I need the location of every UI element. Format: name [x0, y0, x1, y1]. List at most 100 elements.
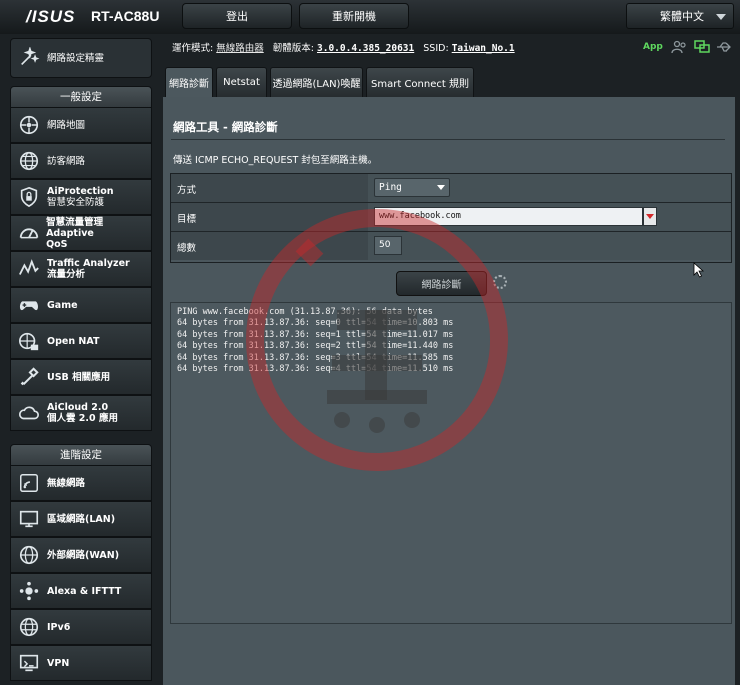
sidebar-item-label: 無線網路 [47, 477, 86, 489]
quick-setup-label: 網路設定精靈 [47, 52, 105, 64]
sidebar-item-label: 網路地圖 [47, 119, 86, 131]
diagnose-button[interactable]: 網路診斷 [396, 271, 487, 296]
sidebar-item-game[interactable]: Game [10, 287, 152, 323]
sidebar-item-text: 無線網路 [47, 478, 85, 489]
count-input[interactable]: 50 [374, 236, 402, 255]
logout-button[interactable]: 登出 [182, 3, 292, 29]
sidebar-item-text: USB 相關應用 [47, 372, 110, 383]
sidebar-item-usb[interactable]: USB 相關應用 [10, 359, 152, 395]
target-input[interactable]: www.facebook.com [374, 207, 643, 226]
sidebar-item-sublabel: 個人雲 2.0 應用 [47, 413, 118, 424]
sidebar-item-label: VPN [47, 657, 70, 669]
sidebar-item-alexa-ifttt[interactable]: Alexa & IFTTT [10, 573, 152, 609]
mouse-cursor-icon [693, 262, 705, 278]
wizard-icon [13, 42, 45, 74]
tab-wake-on-lan[interactable]: 透過網路(LAN)喚醒 [270, 67, 363, 97]
ssid-label: SSID: [423, 43, 449, 54]
sidebar-item-label: AiCloud 2.0 [47, 402, 109, 413]
mode-link[interactable]: 無線路由器 [216, 43, 264, 54]
output-line: 64 bytes from 31.13.87.36: seq=0 ttl=54 … [177, 318, 454, 329]
app-link[interactable]: App [643, 42, 663, 52]
page-description: 傳送 ICMP ECHO_REQUEST 封包至網路主機。 [173, 155, 378, 166]
chevron-down-icon [716, 14, 726, 20]
target-cell: www.facebook.com [368, 203, 731, 231]
sidebar-item-label: 區域網路(LAN) [47, 513, 116, 525]
tab-network-diagnosis[interactable]: 網路診斷 [165, 67, 213, 97]
sidebar-item-text: AiProtection 智慧安全防護 [47, 186, 114, 208]
sidebar-item-text: 智慧流量管理 Adaptive QoS [46, 217, 151, 250]
general-section-title: 一般設定 [10, 86, 152, 108]
sidebar-item-adaptive-qos[interactable]: 智慧流量管理 Adaptive QoS [10, 215, 152, 251]
advanced-section-title: 進階設定 [10, 444, 152, 466]
method-label: 方式 [171, 174, 368, 202]
model-name: RT-AC88U [91, 8, 160, 24]
usb-icon [13, 361, 45, 393]
top-bar: /ISUS RT-AC88U 登出 重新開機 繁體中文 [0, 0, 740, 34]
method-select[interactable]: Ping [374, 178, 450, 197]
status-line: 運作模式: 無線路由器 韌體版本: 3.0.0.4.385_20631 SSID… [172, 40, 515, 54]
method-row: 方式 Ping [171, 174, 731, 203]
sidebar-item-wan[interactable]: 外部網路(WAN) [10, 537, 152, 573]
diagnosis-output: PING www.facebook.com (31.13.87.36): 56 … [170, 302, 732, 624]
diagnosis-form: 方式 Ping 目標 www.facebook.com 總數 50 [170, 173, 732, 263]
vpn-icon [13, 647, 45, 679]
sidebar-item-label: 智慧流量管理 Adaptive [46, 216, 104, 239]
output-line: PING www.facebook.com (31.13.87.36): 56 … [177, 307, 433, 317]
chevron-down-icon [437, 185, 445, 190]
sidebar-item-text: Open NAT [47, 336, 99, 347]
target-row: 目標 www.facebook.com [171, 203, 731, 232]
sidebar-item-text: Traffic Analyzer 流量分析 [47, 258, 130, 280]
sidebar-item-guest-network[interactable]: 訪客網路 [10, 143, 152, 179]
target-label: 目標 [171, 203, 368, 231]
usb-status-icon[interactable] [716, 40, 732, 54]
count-label: 總數 [171, 232, 368, 260]
count-row: 總數 50 [171, 232, 731, 261]
alexa-icon [13, 575, 45, 607]
ipv6-icon [13, 611, 45, 643]
sidebar-item-label: Traffic Analyzer [47, 258, 130, 269]
sidebar-item-aiprotection[interactable]: AiProtection 智慧安全防護 [10, 179, 152, 215]
method-cell: Ping [368, 174, 731, 202]
analyzer-icon [13, 253, 45, 285]
sidebar-item-traffic-analyzer[interactable]: Traffic Analyzer 流量分析 [10, 251, 152, 287]
mode-label: 運作模式: [172, 43, 214, 54]
network-status-icon[interactable] [694, 40, 710, 54]
lan-icon [13, 503, 45, 535]
sidebar-item-label: Alexa & IFTTT [47, 585, 122, 597]
sidebar-item-sublabel: 流量分析 [47, 269, 86, 280]
sidebar-item-sublabel: QoS [46, 238, 68, 250]
sidebar-item-ipv6[interactable]: IPv6 [10, 609, 152, 645]
output-line: 64 bytes from 31.13.87.36: seq=1 ttl=54 … [177, 329, 454, 340]
cloud-icon [13, 397, 45, 429]
sidebar-item-network-map[interactable]: 網路地圖 [10, 107, 152, 143]
sidebar-item-wireless[interactable]: 無線網路 [10, 465, 152, 501]
sidebar-item-text: 區域網路(LAN) [47, 514, 115, 525]
count-cell: 50 [368, 232, 731, 260]
ssid-link[interactable]: Taiwan_No.1 [452, 43, 515, 54]
quick-setup-button[interactable]: 網路設定精靈 [10, 38, 152, 78]
sidebar-item-sublabel: 智慧安全防護 [47, 197, 105, 208]
method-value: Ping [379, 182, 402, 193]
sidebar-item-text: 外部網路(WAN) [47, 550, 119, 561]
sidebar-item-open-nat[interactable]: Open NAT [10, 323, 152, 359]
sidebar-item-label: IPv6 [47, 621, 71, 633]
reboot-button[interactable]: 重新開機 [299, 3, 409, 29]
sidebar-item-label: 訪客網路 [47, 155, 86, 167]
language-select[interactable]: 繁體中文 [626, 3, 734, 29]
page-title: 網路工具 - 網路診斷 [173, 120, 278, 134]
tab-netstat[interactable]: Netstat [216, 67, 267, 97]
brand-logo: /ISUS [26, 7, 76, 26]
sidebar-item-label: USB 相關應用 [47, 371, 111, 383]
wan-icon [13, 539, 45, 571]
sidebar-item-lan[interactable]: 區域網路(LAN) [10, 501, 152, 537]
firmware-link[interactable]: 3.0.0.4.385_20631 [317, 43, 414, 54]
firmware-label: 韌體版本: [272, 43, 314, 54]
target-dropdown-button[interactable] [643, 207, 657, 226]
sidebar-item-text: VPN [47, 658, 69, 669]
sidebar-item-label: 外部網路(WAN) [47, 549, 120, 561]
sidebar-item-vpn[interactable]: VPN [10, 645, 152, 681]
clients-icon[interactable] [671, 40, 687, 54]
sidebar-item-aicloud[interactable]: AiCloud 2.0 個人雲 2.0 應用 [10, 395, 152, 431]
shield-icon [13, 181, 45, 213]
tab-smart-connect[interactable]: Smart Connect 規則 [366, 67, 474, 97]
